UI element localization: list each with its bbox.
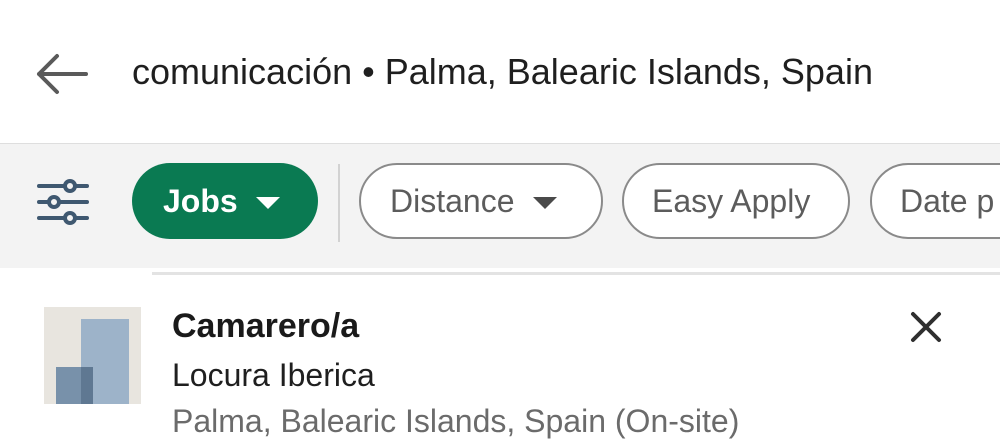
filter-easy-apply-label: Easy Apply [652, 182, 811, 219]
job-search-results-screen: comunicación • Palma, Balearic Islands, … [0, 0, 1000, 444]
filter-distance-pill[interactable]: Distance [359, 163, 603, 239]
filter-distance-label: Distance [390, 182, 515, 219]
job-title: Camarero/a [172, 307, 360, 345]
filter-jobs-pill[interactable]: Jobs [132, 163, 318, 239]
chevron-down-icon [255, 197, 280, 209]
back-button[interactable] [22, 40, 100, 108]
company-name: Locura Iberica [172, 357, 375, 393]
filter-easy-apply-pill[interactable]: Easy Apply [622, 163, 850, 239]
filter-divider [338, 164, 340, 242]
arrow-left-icon [37, 54, 88, 94]
search-query-text[interactable]: comunicación • Palma, Balearic Islands, … [132, 46, 873, 98]
filter-date-posted-pill[interactable]: Date p [870, 163, 1000, 239]
company-logo [44, 307, 141, 404]
dismiss-job-button[interactable] [896, 301, 956, 353]
close-icon [911, 312, 941, 342]
job-card[interactable]: Camarero/a Locura Iberica Palma, Baleari… [0, 275, 1000, 444]
filter-bar: Jobs Distance Easy Apply Date p [0, 144, 1000, 268]
sliders-icon [37, 179, 89, 225]
filter-settings-button[interactable] [30, 174, 96, 230]
chevron-down-icon [532, 197, 557, 209]
filter-jobs-label: Jobs [163, 182, 238, 219]
job-location: Palma, Balearic Islands, Spain (On-site) [172, 403, 740, 439]
filter-date-posted-label: Date p [900, 182, 995, 219]
search-header: comunicación • Palma, Balearic Islands, … [0, 0, 1000, 143]
